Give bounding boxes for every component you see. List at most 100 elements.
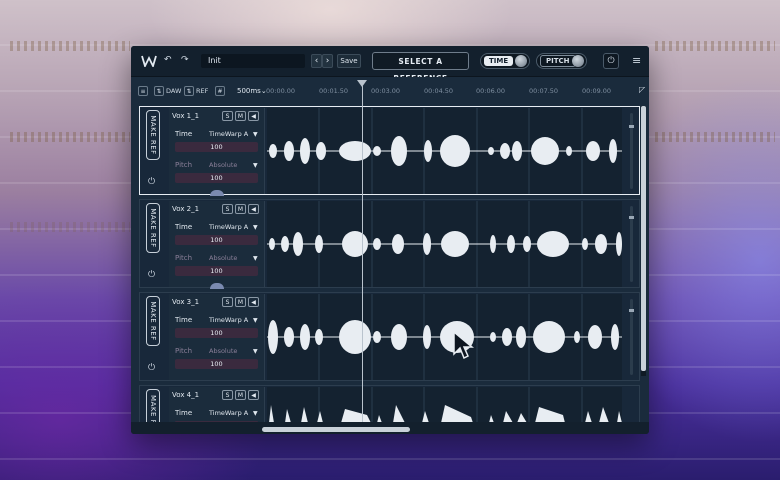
speaker-icon[interactable]: ◀	[248, 390, 259, 400]
track-zoom-slider[interactable]	[629, 206, 634, 282]
time-row-label: Time	[175, 316, 193, 324]
timeline-tick: 00:04.50	[424, 87, 454, 95]
waveform-display[interactable]	[267, 294, 622, 380]
pitch-amount-slider[interactable]: 100	[175, 173, 258, 183]
time-amount-slider[interactable]: 100	[175, 142, 258, 152]
speaker-icon[interactable]: ◀	[248, 204, 259, 214]
menu-icon[interactable]: ≡	[632, 55, 641, 66]
track-name: Vox 2_1	[172, 205, 200, 213]
track-controls: Vox 4_1 S M ◀ Time TimeWarp A ▼	[169, 387, 265, 423]
waveform-display[interactable]	[267, 387, 622, 423]
save-button[interactable]: Save	[337, 54, 361, 68]
redo-icon[interactable]: ↷	[181, 55, 189, 65]
solo-button[interactable]: S	[222, 111, 233, 121]
power-button[interactable]: ⏻	[603, 53, 619, 69]
mouse-cursor-icon	[453, 330, 474, 360]
waveform-display[interactable]	[267, 108, 622, 194]
track-zoom-slider[interactable]	[629, 299, 634, 375]
vertical-scrollbar[interactable]	[641, 106, 646, 376]
caret-down-icon[interactable]: ▼	[253, 224, 258, 231]
background-waveform	[10, 132, 130, 142]
solo-button[interactable]: S	[222, 204, 233, 214]
track-1[interactable]: MAKE REF ⏻ Vox 1_1 S M ◀ Time TimeWarp A…	[139, 106, 640, 196]
track-controls: Vox 3_1 S M ◀ Time TimeWarp A ▼ 100 Pitc…	[169, 294, 265, 380]
timeline-tick: 00:07.50	[529, 87, 559, 95]
make-ref-button[interactable]: MAKE REF	[146, 203, 160, 253]
waves-logo-icon	[141, 55, 157, 67]
track-2[interactable]: MAKE REF ⏻ Vox 2_1 S M ◀ Time TimeWarp A…	[139, 199, 640, 289]
track-name: Vox 1_1	[172, 112, 200, 120]
previous-preset-button[interactable]: ‹	[311, 54, 322, 68]
time-row-label: Time	[175, 223, 193, 231]
pitch-mode-select[interactable]: Absolute	[209, 161, 237, 169]
next-preset-button[interactable]: ›	[322, 54, 333, 68]
track-name: Vox 3_1	[172, 298, 200, 306]
pitch-row-label: Pitch	[175, 254, 193, 262]
track-3[interactable]: MAKE REF ⏻ Vox 3_1 S M ◀ Time TimeWarp A…	[139, 292, 640, 381]
pitch-amount-slider[interactable]: 100	[175, 266, 258, 276]
background-waveform	[655, 41, 775, 51]
time-knob[interactable]	[515, 55, 527, 67]
track-controls: Vox 2_1 S M ◀ Time TimeWarp A ▼ 100 Pitc…	[169, 201, 265, 289]
waveform-display[interactable]	[267, 201, 622, 287]
mute-button[interactable]: M	[235, 111, 246, 121]
background-waveform	[10, 222, 130, 232]
track-controls: Vox 1_1 S M ◀ Time TimeWarp A ▼ 100 Pitc…	[169, 108, 265, 196]
track-power-icon[interactable]: ⏻	[148, 270, 155, 280]
time-mode-select[interactable]: TimeWarp A	[209, 130, 248, 138]
timeline-tick: 00:03.00	[371, 87, 401, 95]
caret-down-icon[interactable]: ▼	[253, 317, 258, 324]
mute-button[interactable]: M	[235, 204, 246, 214]
collapse-handle[interactable]	[210, 190, 224, 196]
time-mode-select[interactable]: TimeWarp A	[209, 409, 248, 417]
pitch-amount-slider[interactable]: 100	[175, 359, 258, 369]
time-mode-select[interactable]: TimeWarp A	[209, 316, 248, 324]
pitch-mode-select[interactable]: Absolute	[209, 347, 237, 355]
playhead-line	[362, 86, 363, 426]
track-4[interactable]: MAKE R Vox 4_1 S M ◀ Time TimeWarp A ▼ ⋮	[139, 385, 640, 429]
make-ref-button[interactable]: MAKE REF	[146, 296, 160, 346]
time-amount-slider[interactable]: 100	[175, 328, 258, 338]
zoom-select[interactable]: 500ms⌄	[237, 87, 267, 95]
speaker-icon[interactable]: ◀	[248, 111, 259, 121]
timeline-tick: 00:01.50	[319, 87, 349, 95]
time-row-label: Time	[175, 409, 193, 417]
plugin-window: ↶ ↷ Init ‹ › Save SELECT A REFERENCE TIM…	[131, 46, 649, 434]
caret-down-icon[interactable]: ▼	[253, 255, 258, 262]
mute-button[interactable]: M	[235, 297, 246, 307]
pitch-mode-select[interactable]: Absolute	[209, 254, 237, 262]
vertical-scrollbar-thumb[interactable]	[641, 106, 646, 371]
make-ref-button[interactable]: MAKE REF	[146, 110, 160, 160]
grid-icon[interactable]: #	[215, 86, 225, 96]
list-view-icon[interactable]: ≡	[138, 86, 148, 96]
track-power-icon[interactable]: ⏻	[148, 363, 155, 373]
solo-button[interactable]: S	[222, 297, 233, 307]
background-waveform	[655, 132, 775, 142]
undo-icon[interactable]: ↶	[164, 55, 172, 65]
time-mode-select[interactable]: TimeWarp A	[209, 223, 248, 231]
pitch-row-label: Pitch	[175, 347, 193, 355]
pitch-knob[interactable]	[572, 55, 584, 67]
caret-down-icon[interactable]: ▼	[253, 162, 258, 169]
solo-button[interactable]: S	[222, 390, 233, 400]
time-toggle[interactable]: TIME	[480, 53, 530, 69]
horizontal-scrollbar-thumb[interactable]	[262, 427, 410, 432]
daw-icon[interactable]: ⇅	[154, 86, 164, 96]
ref-icon[interactable]: ⇅	[184, 86, 194, 96]
time-amount-slider[interactable]: 100	[175, 235, 258, 245]
select-reference-button[interactable]: SELECT A REFERENCE	[372, 52, 469, 83]
track-power-icon[interactable]: ⏻	[148, 177, 155, 187]
pitch-toggle[interactable]: PITCH	[536, 53, 587, 69]
caret-down-icon[interactable]: ▼	[253, 410, 258, 417]
speaker-icon[interactable]: ◀	[248, 297, 259, 307]
mute-button[interactable]: M	[235, 390, 246, 400]
collapse-handle[interactable]	[210, 283, 224, 289]
preset-name-field[interactable]: Init	[201, 54, 305, 68]
caret-down-icon[interactable]: ▼	[253, 348, 258, 355]
background-waveform	[10, 41, 130, 51]
track-zoom-slider[interactable]	[629, 113, 634, 189]
corner-arrow-icon[interactable]: ◸	[639, 85, 645, 94]
top-toolbar: ↶ ↷ Init ‹ › Save SELECT A REFERENCE TIM…	[131, 46, 649, 83]
horizontal-scrollbar[interactable]	[131, 422, 649, 434]
caret-down-icon[interactable]: ▼	[253, 131, 258, 138]
